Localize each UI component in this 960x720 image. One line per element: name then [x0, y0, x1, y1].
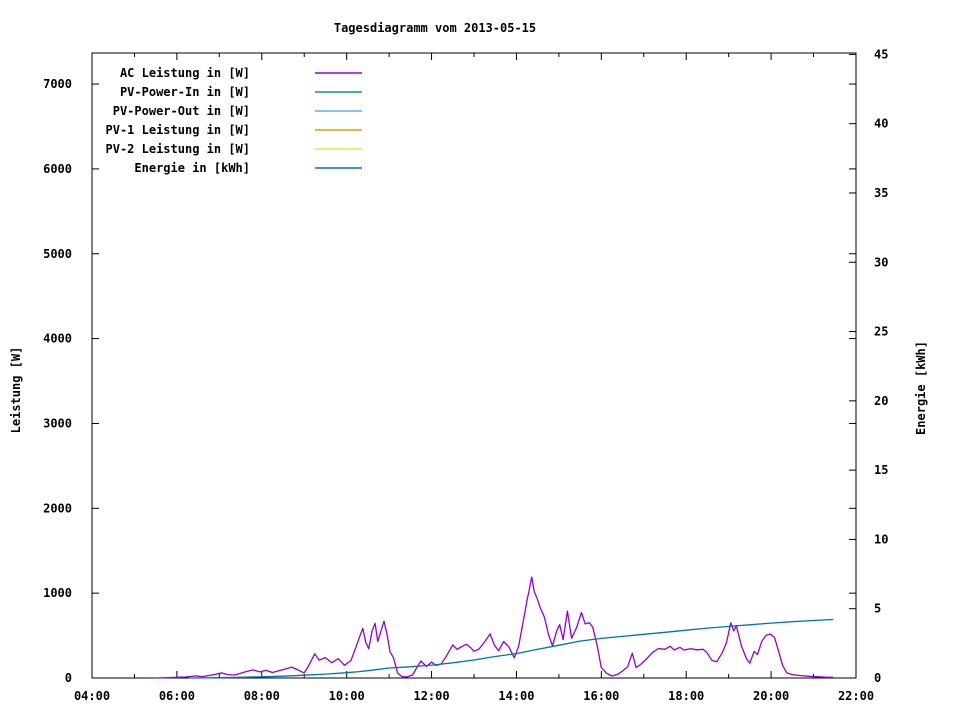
x-tick-label: 14:00: [498, 689, 534, 703]
x-tick-label: 16:00: [583, 689, 619, 703]
legend: AC Leistung in [W] PV-Power-In in [W] PV-P…: [106, 66, 362, 175]
x-tick-label: 20:00: [753, 689, 789, 703]
y2-tick-label: 15: [874, 463, 888, 477]
x-tick-label: 18:00: [668, 689, 704, 703]
y1-tick-label: 0: [65, 671, 72, 685]
legend-item: PV-Power-In in [W]: [120, 85, 362, 99]
x-tick-label: 10:00: [329, 689, 365, 703]
y2-tick-label: 40: [874, 117, 888, 131]
y1-tick-label: 1000: [43, 586, 72, 600]
tagesdiagramm-chart: Tagesdiagramm vom 2013-05-15 Leistung [W…: [9, 21, 928, 703]
y1-tick-label: 3000: [43, 416, 72, 430]
legend-label: AC Leistung in [W]: [120, 66, 250, 80]
legend-label: PV-Power-Out in [W]: [113, 104, 250, 118]
data-series: [155, 576, 834, 679]
y2-tick-label: 10: [874, 532, 888, 546]
legend-item: Energie in [kWh]: [134, 161, 362, 175]
y2-tick-label: 20: [874, 394, 888, 408]
legend-label: PV-2 Leistung in [W]: [106, 142, 251, 156]
x-tick-label: 22:00: [838, 689, 874, 703]
legend-item: PV-1 Leistung in [W]: [106, 123, 362, 137]
y2-tick-label: 0: [874, 671, 881, 685]
y2-tick-label: 25: [874, 325, 888, 339]
x-tick-label: 04:00: [74, 689, 110, 703]
y1-tick-label: 2000: [43, 501, 72, 515]
legend-label: PV-1 Leistung in [W]: [106, 123, 251, 137]
y1-tick-label: 5000: [43, 247, 72, 261]
legend-item: AC Leistung in [W]: [120, 66, 362, 80]
x-tick-label: 06:00: [159, 689, 195, 703]
y2-tick-label: 45: [874, 47, 888, 61]
y1-axis-title: Leistung [W]: [9, 347, 23, 434]
y2-axis-title: Energie [kWh]: [914, 341, 928, 435]
y1-tick-label: 6000: [43, 162, 72, 176]
y1-tick-label: 7000: [43, 77, 72, 91]
series-ac-leistung-in-w: [155, 576, 834, 679]
y2-tick-label: 30: [874, 255, 888, 269]
y2-tick-label: 5: [874, 602, 881, 616]
y2-tick-label: 35: [874, 186, 888, 200]
legend-item: PV-Power-Out in [W]: [113, 104, 362, 118]
legend-label: PV-Power-In in [W]: [120, 85, 250, 99]
legend-item: PV-2 Leistung in [W]: [106, 142, 362, 156]
chart-canvas: Tagesdiagramm vom 2013-05-15 Leistung [W…: [0, 0, 960, 720]
x-tick-label: 12:00: [413, 689, 449, 703]
x-tick-label: 08:00: [244, 689, 280, 703]
chart-title: Tagesdiagramm vom 2013-05-15: [334, 21, 536, 35]
y1-tick-label: 4000: [43, 332, 72, 346]
legend-label: Energie in [kWh]: [134, 161, 250, 175]
